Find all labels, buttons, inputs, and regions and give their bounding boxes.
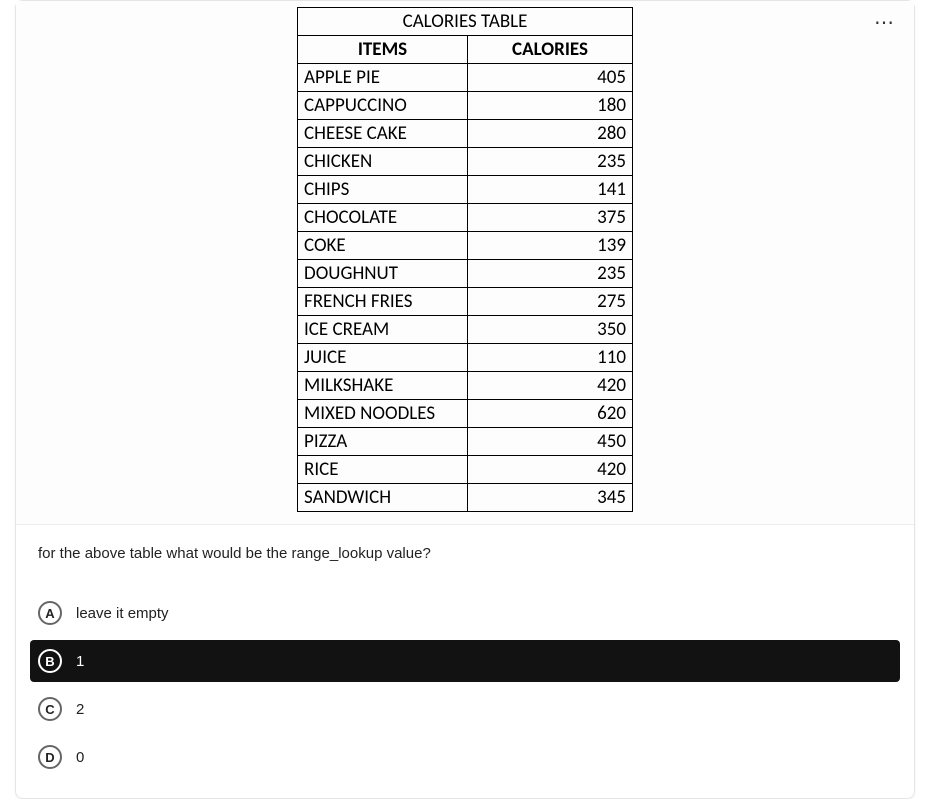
table-cell-calories: 350 — [468, 316, 633, 344]
table-cell-item: SANDWICH — [298, 484, 468, 512]
table-cell-calories: 275 — [468, 288, 633, 316]
table-row: FRENCH FRIES275 — [298, 288, 633, 316]
table-row: MIXED NOODLES620 — [298, 400, 633, 428]
more-icon: ⋯ — [874, 12, 894, 34]
table-row: CAPPUCCINO180 — [298, 92, 633, 120]
calories-table: CALORIES TABLEITEMSCALORIESAPPLE PIE405C… — [297, 7, 633, 512]
option-label: leave it empty — [76, 605, 169, 622]
table-header-calories: CALORIES — [468, 36, 633, 64]
option-label: 0 — [76, 749, 84, 766]
table-row: APPLE PIE405 — [298, 64, 633, 92]
option-letter: D — [38, 745, 62, 769]
table-row: CHIPS141 — [298, 176, 633, 204]
table-cell-item: APPLE PIE — [298, 64, 468, 92]
table-row: COKE139 — [298, 232, 633, 260]
table-cell-calories: 405 — [468, 64, 633, 92]
table-cell-item: JUICE — [298, 344, 468, 372]
table-cell-item: CHICKEN — [298, 148, 468, 176]
table-cell-calories: 420 — [468, 372, 633, 400]
question-text: for the above table what would be the ra… — [38, 545, 892, 562]
table-row: CHICKEN235 — [298, 148, 633, 176]
option-d[interactable]: D0 — [16, 736, 914, 778]
question-area: for the above table what would be the ra… — [16, 525, 914, 592]
table-cell-item: FRENCH FRIES — [298, 288, 468, 316]
question-image-area: CALORIES TABLEITEMSCALORIESAPPLE PIE405C… — [16, 1, 914, 525]
table-cell-item: MILKSHAKE — [298, 372, 468, 400]
more-options-button[interactable]: ⋯ — [870, 9, 898, 37]
table-row: JUICE110 — [298, 344, 633, 372]
table-cell-item: MIXED NOODLES — [298, 400, 468, 428]
table-cell-calories: 141 — [468, 176, 633, 204]
table-cell-item: PIZZA — [298, 428, 468, 456]
option-letter: B — [38, 649, 62, 673]
option-letter: A — [38, 601, 62, 625]
table-title: CALORIES TABLE — [298, 8, 633, 36]
option-letter: C — [38, 697, 62, 721]
table-row: ICE CREAM350 — [298, 316, 633, 344]
table-cell-calories: 235 — [468, 148, 633, 176]
table-row: MILKSHAKE420 — [298, 372, 633, 400]
table-cell-calories: 375 — [468, 204, 633, 232]
table-cell-item: CHEESE CAKE — [298, 120, 468, 148]
options-list: Aleave it empty B1 C2 D0 — [16, 592, 914, 798]
option-label: 2 — [76, 701, 84, 718]
table-cell-item: CHIPS — [298, 176, 468, 204]
table-cell-calories: 620 — [468, 400, 633, 428]
table-row: RICE420 — [298, 456, 633, 484]
table-cell-item: RICE — [298, 456, 468, 484]
table-cell-calories: 180 — [468, 92, 633, 120]
table-cell-item: ICE CREAM — [298, 316, 468, 344]
table-cell-calories: 345 — [468, 484, 633, 512]
table-cell-calories: 280 — [468, 120, 633, 148]
table-cell-calories: 450 — [468, 428, 633, 456]
table-header-items: ITEMS — [298, 36, 468, 64]
table-row: SANDWICH345 — [298, 484, 633, 512]
table-cell-calories: 420 — [468, 456, 633, 484]
option-label: 1 — [76, 653, 84, 670]
question-card: ⋯ CALORIES TABLEITEMSCALORIESAPPLE PIE40… — [15, 0, 915, 799]
table-row: PIZZA450 — [298, 428, 633, 456]
table-cell-item: CAPPUCCINO — [298, 92, 468, 120]
table-cell-calories: 235 — [468, 260, 633, 288]
option-a[interactable]: Aleave it empty — [16, 592, 914, 634]
table-row: CHEESE CAKE280 — [298, 120, 633, 148]
table-row: CHOCOLATE375 — [298, 204, 633, 232]
table-cell-item: COKE — [298, 232, 468, 260]
table-cell-item: DOUGHNUT — [298, 260, 468, 288]
option-b[interactable]: B1 — [30, 640, 900, 682]
table-cell-calories: 110 — [468, 344, 633, 372]
table-cell-calories: 139 — [468, 232, 633, 260]
table-row: DOUGHNUT235 — [298, 260, 633, 288]
table-cell-item: CHOCOLATE — [298, 204, 468, 232]
option-c[interactable]: C2 — [16, 688, 914, 730]
